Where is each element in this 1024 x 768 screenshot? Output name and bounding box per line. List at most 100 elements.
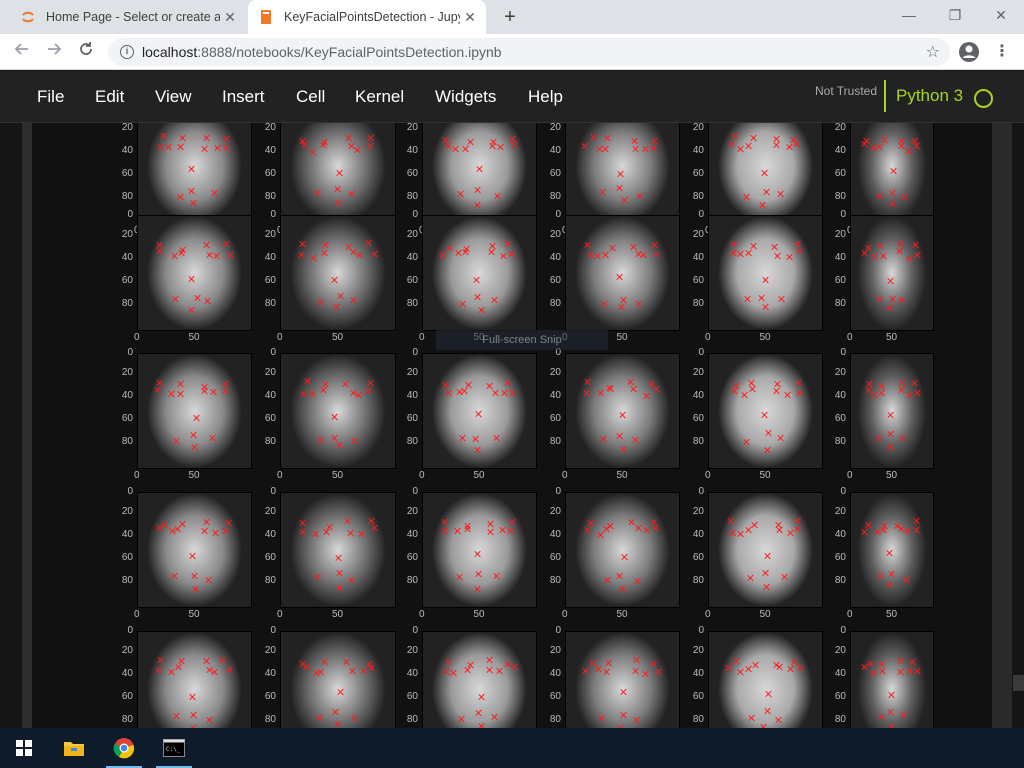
menu-view[interactable]: View (155, 87, 192, 107)
menu-file[interactable]: File (37, 87, 64, 107)
keypoint-marker (746, 250, 752, 256)
window-close-button[interactable]: ✕ (978, 0, 1024, 30)
keypoint-marker (455, 528, 461, 534)
x-tick-label: 0 (134, 332, 140, 343)
y-tick-label: 20 (264, 367, 276, 378)
tab-home-page[interactable]: Home Page - Select or create a n ✕ (10, 0, 246, 34)
face-image (137, 353, 252, 469)
keypoint-marker (178, 194, 184, 200)
info-icon[interactable]: i (120, 45, 134, 59)
keypoint-marker (900, 380, 906, 386)
keypoint-marker (440, 252, 446, 258)
keypoint-marker (510, 136, 516, 142)
x-tick-label: 50 (332, 332, 344, 343)
y-tick-label: 40 (406, 529, 418, 540)
keypoint-marker (738, 146, 744, 152)
file-explorer-button[interactable] (50, 728, 98, 768)
menu-widgets[interactable]: Widgets (435, 87, 496, 107)
chrome-button[interactable] (100, 728, 148, 768)
keypoint-marker (633, 146, 639, 152)
y-tick-label: 60 (692, 552, 704, 563)
y-tick-label: 80 (834, 575, 846, 586)
scrollbar-thumb[interactable] (1013, 675, 1024, 691)
menu-kernel[interactable]: Kernel (355, 87, 404, 107)
face-image (422, 492, 537, 608)
keypoint-marker (155, 387, 161, 393)
y-tick-label: 40 (264, 529, 276, 540)
y-tick-label: 20 (692, 367, 704, 378)
keypoint-marker (651, 145, 657, 151)
kebab-icon[interactable]: ⋮ (994, 40, 1010, 64)
keypoint-marker (899, 138, 905, 144)
keypoint-marker (305, 378, 311, 384)
keypoint-marker (604, 669, 610, 675)
url-input[interactable]: i localhost:8888/notebooks/KeyFacialPoin… (108, 38, 950, 66)
profile-icon[interactable] (958, 41, 980, 63)
keypoint-marker (635, 578, 641, 584)
back-button[interactable] (10, 40, 34, 64)
keypoint-marker (866, 522, 872, 528)
y-tick-label: 40 (549, 252, 561, 263)
menu-cell[interactable]: Cell (296, 87, 325, 107)
keypoint-marker (189, 166, 195, 172)
keypoint-marker (368, 143, 374, 149)
keypoint-marker (652, 138, 658, 144)
y-tick-label: 80 (264, 191, 276, 202)
keypoint-marker (879, 661, 885, 667)
keypoint-marker (888, 278, 894, 284)
x-tick-label: 50 (188, 470, 200, 481)
y-tick-label: 0 (555, 209, 561, 220)
y-tick-label: 60 (549, 413, 561, 424)
face-image (850, 353, 934, 469)
keypoint-marker (366, 240, 372, 246)
keypoint-marker (338, 293, 344, 299)
keypoint-marker (315, 574, 321, 580)
close-icon[interactable]: ✕ (220, 9, 240, 26)
reload-button[interactable] (74, 40, 98, 64)
keypoint-marker (762, 170, 768, 176)
new-tab-button[interactable]: + (498, 4, 522, 30)
keypoint-marker (443, 137, 449, 143)
keypoint-marker (887, 305, 893, 311)
y-tick-label: 40 (692, 145, 704, 156)
keypoint-marker (204, 135, 210, 141)
keypoint-marker (368, 135, 374, 141)
star-icon[interactable]: ☆ (926, 42, 940, 62)
restore-button[interactable]: ❐ (932, 0, 978, 30)
menu-edit[interactable]: Edit (95, 87, 124, 107)
keypoint-marker (210, 435, 216, 441)
windows-start-button[interactable] (0, 728, 48, 768)
chrome-icon (113, 738, 135, 759)
menu-insert[interactable]: Insert (222, 87, 265, 107)
minimize-button[interactable]: — (886, 0, 932, 30)
keypoint-marker (349, 191, 355, 197)
y-tick-label: 20 (692, 123, 704, 133)
trust-status-button[interactable]: Not Trusted (815, 84, 877, 98)
keypoint-marker (166, 144, 172, 150)
face-image (280, 353, 396, 469)
keypoint-marker (460, 301, 466, 307)
y-tick-label: 40 (692, 668, 704, 679)
command-prompt-button[interactable]: C:\_ (150, 728, 198, 768)
forward-button[interactable] (42, 40, 66, 64)
keypoint-marker (582, 143, 588, 149)
y-tick-label: 40 (692, 390, 704, 401)
x-tick-label: 50 (886, 609, 898, 620)
keypoint-marker (337, 570, 343, 576)
keypoint-marker (775, 381, 781, 387)
close-icon[interactable]: ✕ (460, 9, 480, 26)
y-tick-label: 40 (406, 145, 418, 156)
keypoint-marker (871, 670, 877, 676)
kernel-divider (884, 80, 886, 112)
notebook-right-gutter (992, 123, 1012, 728)
y-tick-label: 20 (121, 506, 133, 517)
tab-notebook[interactable]: KeyFacialPointsDetection - Jupyte ✕ (248, 0, 486, 34)
keypoint-marker (792, 659, 798, 665)
x-tick-label: 0 (419, 470, 425, 481)
keypoint-marker (877, 296, 883, 302)
y-tick-label: 40 (406, 252, 418, 263)
menu-help[interactable]: Help (528, 87, 563, 107)
keypoint-marker (641, 252, 647, 258)
y-tick-label: 20 (264, 506, 276, 517)
y-tick-label: 0 (270, 209, 276, 220)
